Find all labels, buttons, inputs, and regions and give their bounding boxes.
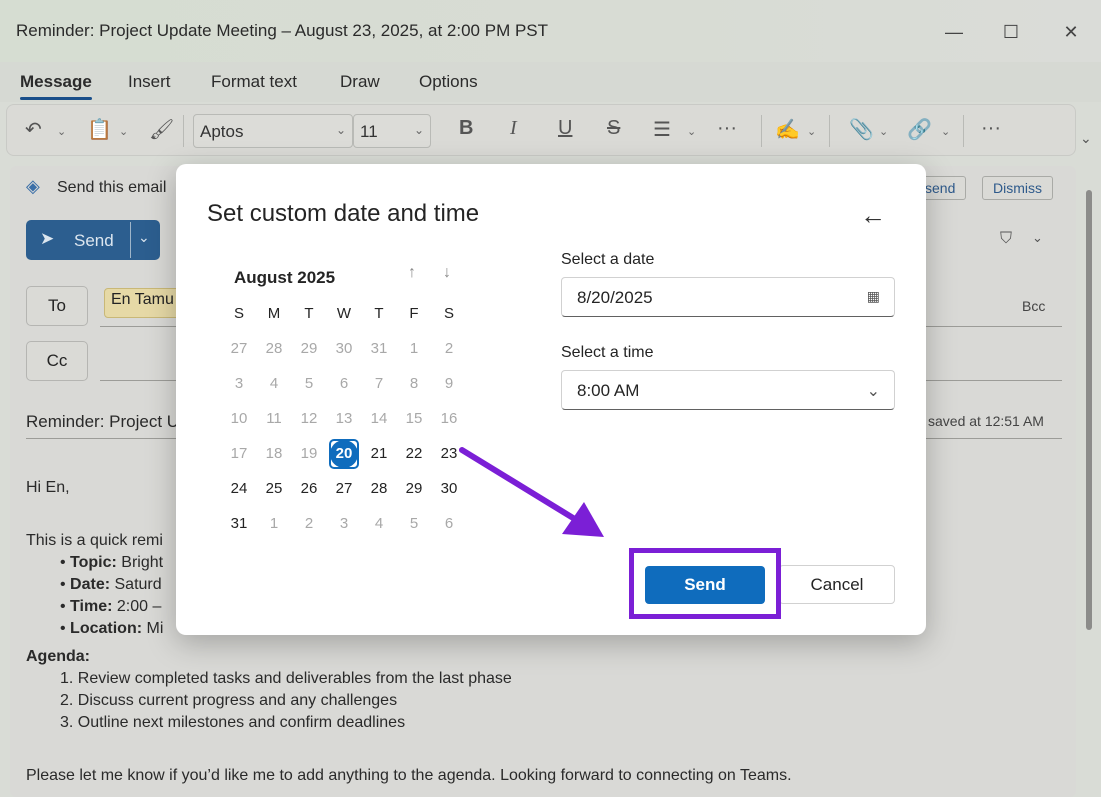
annotation-arrow (459, 447, 604, 537)
calendar-day-selected[interactable]: 20 (327, 437, 361, 471)
annotation-highlight-box (629, 548, 781, 619)
